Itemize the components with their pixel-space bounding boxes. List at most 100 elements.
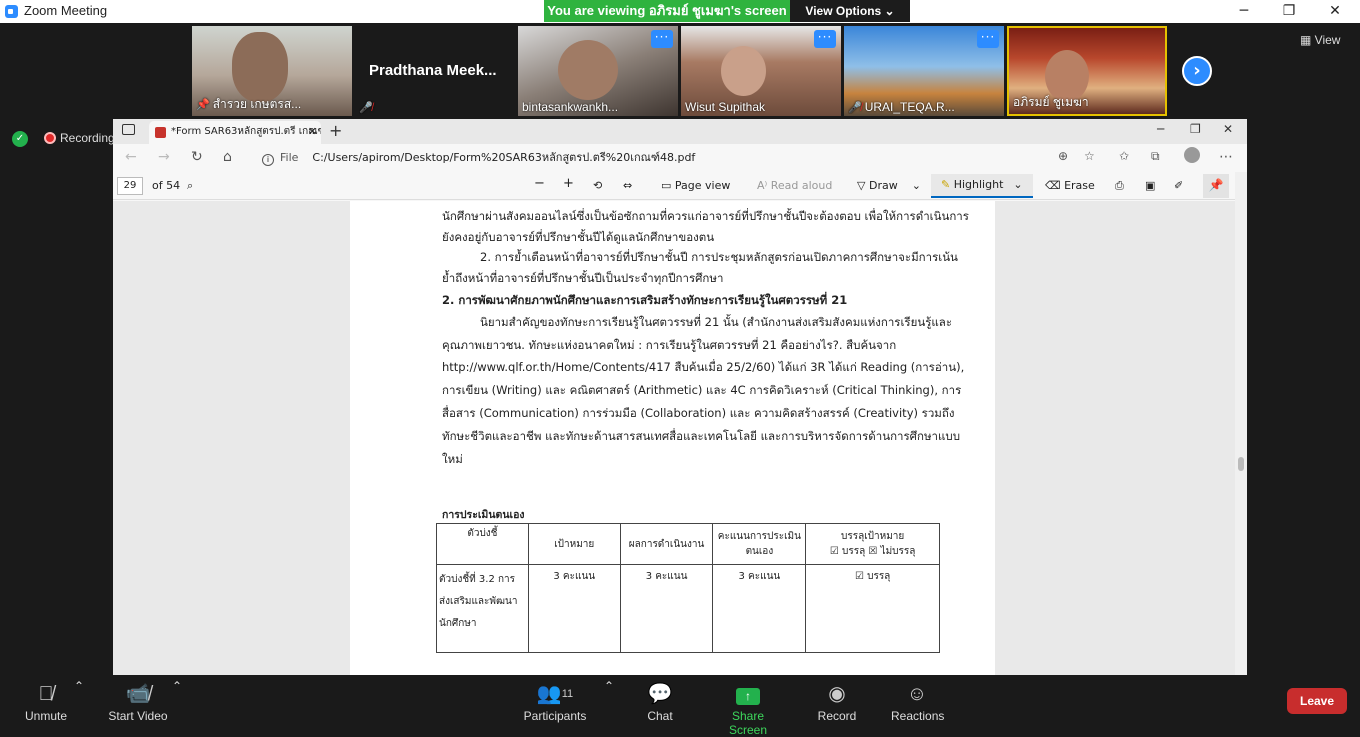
browser-tab[interactable]: *Form SAR63หลักสูตรป.ตรี เกณฑ์4... ✕: [149, 121, 321, 144]
chat-label: Chat: [647, 709, 673, 723]
tab-title: *Form SAR63หลักสูตรป.ตรี เกณฑ์4...: [171, 126, 321, 137]
shared-browser-window: *Form SAR63หลักสูตรป.ตรี เกณฑ์4... ✕ + ─…: [113, 119, 1247, 675]
browser-maximize-button[interactable]: ❐: [1190, 122, 1201, 136]
info-icon[interactable]: i: [262, 154, 274, 166]
next-page-arrow-icon[interactable]: ›: [1182, 56, 1212, 86]
refresh-icon[interactable]: ↻: [191, 149, 203, 165]
rotate-icon[interactable]: ⟲: [593, 179, 602, 192]
record-button[interactable]: ◉ Record: [816, 679, 858, 723]
table-header: ผลการดำเนินงาน: [619, 523, 714, 565]
reactions-label: Reactions: [891, 709, 945, 723]
chat-button[interactable]: 💬 Chat: [643, 679, 677, 723]
audio-options-chevron-icon[interactable]: ⌃: [74, 679, 84, 693]
fit-page-icon[interactable]: ⇔: [623, 179, 632, 192]
unmute-button[interactable]: 🎙̸ Unmute: [22, 679, 70, 723]
read-aloud-button[interactable]: A⁾ Read aloud: [757, 179, 832, 192]
scrollbar-thumb[interactable]: [1238, 457, 1244, 471]
pdf-toolbar: 29 of 54 ⌕ − + ⟲ ⇔ ▭ Page view A⁾ Read a…: [113, 172, 1247, 200]
search-icon[interactable]: ⌕: [187, 179, 193, 193]
view-button[interactable]: ▦ View: [1300, 33, 1340, 47]
body-line: 2. การย้ำเตือนหน้าที่อาจารย์ที่ปรึกษาชั้…: [480, 250, 958, 264]
recording-dot-icon: [44, 132, 56, 144]
profile-avatar[interactable]: [1184, 147, 1200, 163]
more-options-icon[interactable]: ···: [814, 30, 836, 48]
start-video-button[interactable]: 📹̸ Start Video: [108, 679, 168, 723]
recording-indicator[interactable]: Recording: [44, 131, 115, 145]
close-button[interactable]: ✕: [1312, 0, 1358, 23]
more-options-icon[interactable]: ···: [977, 30, 999, 48]
participant-name: bintasankwankh...: [522, 100, 619, 114]
collections-icon[interactable]: ⧉: [1151, 149, 1160, 164]
draw-icon: ▽: [857, 179, 869, 192]
participant-tile[interactable]: ··· 🎤̸ URAI_TEQA.R...: [844, 26, 1004, 116]
participants-chevron-icon[interactable]: ⌃: [604, 679, 614, 693]
body-line: ใหม่: [442, 452, 463, 466]
url-field[interactable]: i File C:/Users/apirom/Desktop/Form%20SAR6…: [254, 147, 1094, 169]
save-as-icon[interactable]: ✐: [1174, 179, 1183, 192]
zoom-out-icon[interactable]: −: [534, 176, 545, 191]
favorites-icon[interactable]: ✩: [1119, 149, 1129, 163]
participant-tile[interactable]: Pradthana Meek... 🎤̸: [355, 26, 515, 116]
participant-tile-active[interactable]: อภิรมย์ ชูเมฆา: [1007, 26, 1167, 116]
table-header: ตัวบ่งชี้: [436, 523, 529, 565]
minimize-button[interactable]: ─: [1221, 0, 1267, 23]
maximize-button[interactable]: ❐: [1266, 0, 1312, 23]
participant-name: Wisut Supithak: [685, 100, 766, 114]
security-shield-icon: ✓: [12, 131, 28, 147]
pin-toolbar-icon[interactable]: 📌: [1203, 174, 1229, 198]
tab-actions-icon[interactable]: [122, 124, 135, 135]
back-icon[interactable]: ←: [125, 149, 137, 165]
tab-bar: *Form SAR63หลักสูตรป.ตรี เกณฑ์4... ✕ + ─…: [113, 119, 1247, 144]
table-cell: 3 คะแนน: [527, 564, 621, 653]
read-aloud-icon: A⁾: [757, 179, 771, 192]
section-heading: 2. การพัฒนาศักยภาพนักศึกษาและการเสริมสร้…: [442, 293, 848, 307]
address-bar: ← → ↻ ⌂ i File C:/Users/apirom/Desktop/For…: [113, 144, 1247, 172]
eval-heading: การประเมินตนเอง: [442, 509, 525, 521]
add-favorite-icon[interactable]: ☆: [1084, 149, 1095, 163]
start-video-label: Start Video: [108, 709, 168, 723]
participant-face: [558, 40, 618, 100]
mic-muted-icon: 🎤̸: [848, 102, 862, 114]
target-header-label: บรรลุเป้าหมาย: [841, 531, 905, 542]
share-screen-button[interactable]: ↑ Share Screen: [712, 679, 784, 737]
highlight-button[interactable]: ✎ Highlight ⌄: [931, 174, 1033, 198]
browser-minimize-button[interactable]: ─: [1157, 122, 1164, 136]
scrollbar[interactable]: [1235, 172, 1247, 675]
more-options-icon[interactable]: ···: [651, 30, 673, 48]
reactions-button[interactable]: ☺ Reactions: [891, 679, 945, 723]
tab-close-icon[interactable]: ✕: [308, 121, 317, 143]
browser-close-button[interactable]: ✕: [1223, 122, 1233, 136]
video-off-icon: 📹̸: [125, 683, 151, 705]
mic-muted-icon: 🎤̸: [359, 102, 373, 114]
leave-button[interactable]: Leave: [1287, 688, 1347, 714]
participant-tile[interactable]: 📌 สำรวย เกษตรส...: [192, 26, 352, 116]
new-tab-button[interactable]: +: [329, 121, 342, 140]
zoom-icon[interactable]: ⊕: [1058, 149, 1068, 163]
page-view-button[interactable]: ▭ Page view: [661, 179, 730, 192]
chat-icon: 💬: [647, 683, 673, 705]
reactions-icon: ☺: [906, 683, 928, 705]
erase-button[interactable]: ⌫ Erase: [1045, 179, 1095, 192]
page-view-icon: ▭: [661, 179, 675, 192]
body-line: ย้ำถึงหน้าที่อาจารย์ที่ปรึกษาชั้นปีเป็นป…: [442, 271, 724, 285]
more-menu-icon[interactable]: ⋯: [1219, 149, 1233, 165]
forward-icon[interactable]: →: [158, 149, 170, 165]
participant-tile[interactable]: ··· Wisut Supithak: [681, 26, 841, 116]
home-icon[interactable]: ⌂: [223, 149, 232, 165]
video-options-chevron-icon[interactable]: ⌃: [172, 679, 182, 693]
highlighter-icon: ✎: [941, 178, 954, 191]
chevron-down-icon: ⌄: [1013, 178, 1023, 191]
page-number-input[interactable]: 29: [117, 177, 143, 195]
view-options-button[interactable]: View Options ⌄: [790, 0, 910, 22]
print-icon[interactable]: ⎙: [1115, 179, 1124, 193]
pin-icon: 📌: [196, 99, 210, 111]
page-total: of 54: [152, 179, 181, 192]
table-header-row: ตัวบ่งชี้ เป้าหมาย ผลการดำเนินงาน คะแนนก…: [436, 523, 940, 565]
participant-tile[interactable]: ··· bintasankwankh...: [518, 26, 678, 116]
url-text: C:/Users/apirom/Desktop/Form%20SAR63หลัก…: [312, 151, 696, 164]
participants-button[interactable]: 👥11 Participants: [522, 679, 588, 723]
zoom-in-icon[interactable]: +: [563, 176, 574, 191]
save-icon[interactable]: ▣: [1145, 179, 1155, 192]
draw-button[interactable]: ▽ Draw ⌄: [857, 179, 921, 192]
document-viewer[interactable]: นักศึกษาผ่านสังคมออนไลน์ซึ่งเป็นข้อซักถา…: [113, 201, 1235, 675]
